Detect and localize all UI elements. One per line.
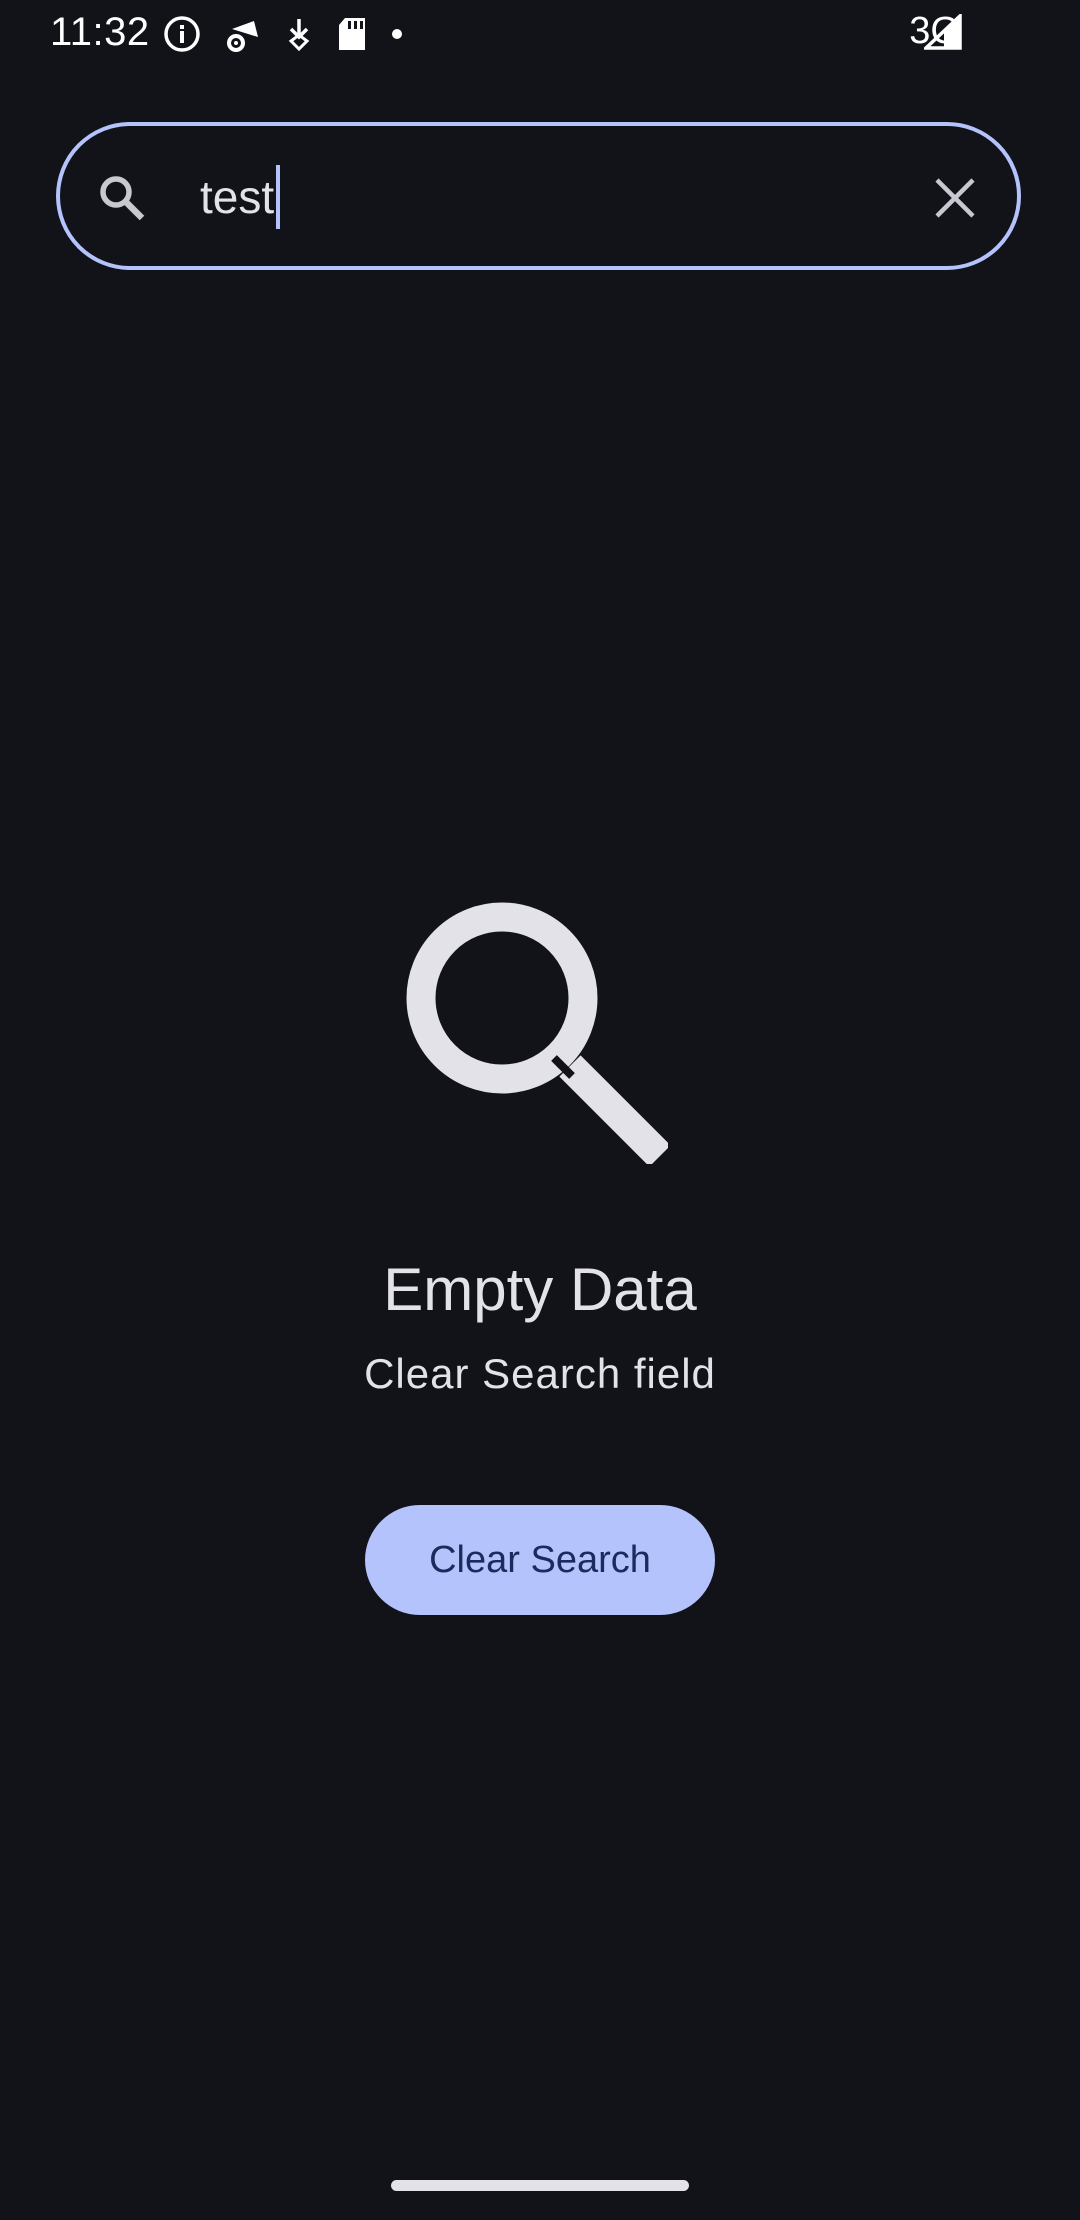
text-cursor [276,165,281,229]
info-icon [162,14,202,54]
empty-search-icon [404,900,671,1167]
empty-state-subtitle: Clear Search field [364,1350,716,1397]
home-gesture-bar[interactable] [391,2180,689,2191]
signal-icon [921,11,964,57]
dot-icon [390,27,404,41]
sd-card-icon [336,15,368,53]
search-icon [96,172,148,224]
status-time: 11:32 [50,10,150,54]
search-input-value: test [200,171,275,223]
close-icon[interactable] [933,176,977,220]
wifi-settings-icon [224,15,262,53]
download-icon [284,15,314,53]
status-notification-icons [162,12,404,56]
status-bar: 11:32 3G [0,0,1080,66]
app-screen: 11:32 3G test Empty Data Clear Search fi… [0,0,1080,2220]
clear-search-button[interactable]: Clear Search [365,1505,715,1615]
empty-state-title: Empty Data [383,1256,697,1323]
search-bar[interactable]: test [56,122,1021,270]
search-input[interactable]: test [200,162,281,232]
